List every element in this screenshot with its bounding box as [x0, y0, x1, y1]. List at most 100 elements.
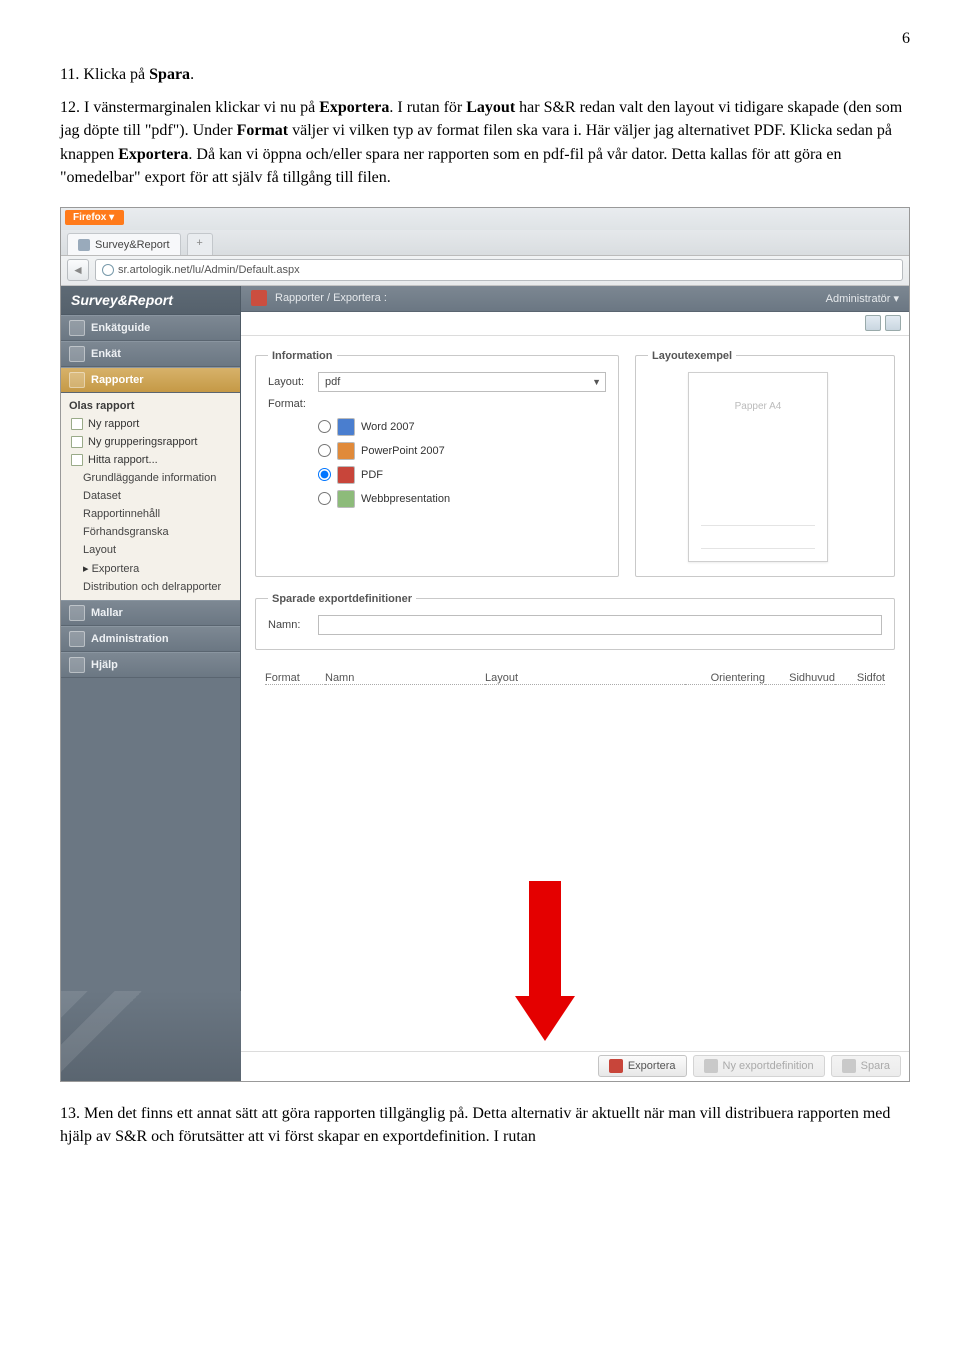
format-row: Format:: [268, 398, 606, 410]
col-layout[interactable]: Layout: [485, 672, 685, 685]
saved-legend: Sparade exportdefinitioner: [268, 593, 416, 605]
nav-admin[interactable]: Administration: [61, 626, 240, 652]
sub-innehall[interactable]: Rapportinnehåll: [61, 505, 240, 523]
sub-distribution[interactable]: Distribution och delrapporter: [61, 578, 240, 596]
help-icon[interactable]: [865, 315, 881, 331]
txt-11b: Spara: [149, 66, 190, 83]
url-text: sr.artologik.net/lu/Admin/Default.aspx: [118, 264, 300, 276]
browser-tab[interactable]: Survey&Report: [67, 233, 181, 255]
col-sidfot[interactable]: Sidfot: [835, 672, 885, 685]
firefox-menu-button[interactable]: Firefox ▾: [65, 210, 124, 225]
tab-title: Survey&Report: [95, 239, 170, 251]
nav-mallar[interactable]: Mallar: [61, 600, 240, 626]
info-icon[interactable]: [885, 315, 901, 331]
radio-ppt[interactable]: [318, 444, 331, 457]
nav-rapporter[interactable]: Rapporter: [61, 367, 240, 393]
format-option-web[interactable]: Webbpresentation: [318, 488, 606, 510]
globe-icon: [102, 264, 114, 276]
ny-exportdefinition-button[interactable]: Ny exportdefinition: [693, 1055, 825, 1077]
main-panel: Rapporter / Exportera : Administratör ▾ …: [241, 286, 909, 1081]
instruction-list: 11. Klicka på Spara. 12. I vänstermargin…: [60, 63, 910, 189]
radio-pdf[interactable]: [318, 468, 331, 481]
page-number: 6: [60, 30, 910, 48]
spara-button[interactable]: Spara: [831, 1055, 901, 1077]
nav-hjalp-label: Hjälp: [91, 659, 118, 671]
information-box: Information Layout: pdf ▼ Format:: [255, 350, 619, 577]
sub-dataset[interactable]: Dataset: [61, 487, 240, 505]
t12b3: Format: [237, 122, 289, 139]
chevron-down-icon: ▾: [893, 293, 899, 305]
exportera-button[interactable]: Exportera: [598, 1055, 687, 1077]
format-option-ppt[interactable]: PowerPoint 2007: [318, 440, 606, 462]
spara-label: Spara: [861, 1060, 890, 1072]
chevron-down-icon: ▾: [109, 212, 114, 223]
address-bar[interactable]: sr.artologik.net/lu/Admin/Default.aspx: [95, 259, 903, 281]
sub-layout[interactable]: Layout: [61, 541, 240, 559]
nydef-label: Ny exportdefinition: [723, 1060, 814, 1072]
layout-row: Layout: pdf ▼: [268, 372, 606, 392]
layout-select[interactable]: pdf ▼: [318, 372, 606, 392]
nav-hjalp[interactable]: Hjälp: [61, 652, 240, 678]
radio-web[interactable]: [318, 492, 331, 505]
save-icon: [842, 1059, 856, 1073]
rapporter-subpanel: Olas rapport Ny rapport Ny grupperingsra…: [61, 393, 240, 600]
bottom-toolbar: Exportera Ny exportdefinition Spara: [241, 1051, 909, 1081]
namn-input[interactable]: [318, 615, 882, 635]
instruction-12: 12. I vänstermarginalen klickar vi nu på…: [60, 96, 910, 189]
sub-hitta[interactable]: Hitta rapport...: [61, 451, 240, 469]
pdf-icon: [609, 1059, 623, 1073]
back-button[interactable]: ◄: [67, 259, 89, 281]
sidebar-footer-art: [61, 991, 241, 1081]
sub-ny-rapport-label: Ny rapport: [88, 418, 139, 430]
sub-forhands[interactable]: Förhandsgranska: [61, 523, 240, 541]
templates-icon: [69, 605, 85, 621]
screenshot: Firefox ▾ Survey&Report + ◄ sr.artologik…: [60, 207, 910, 1082]
t12b4: Exportera: [118, 146, 188, 163]
survey-icon: [69, 346, 85, 362]
help-icon: [69, 657, 85, 673]
col-orient[interactable]: Orientering: [685, 672, 765, 685]
num-13: 13.: [60, 1105, 80, 1122]
layoutex-legend: Layoutexempel: [648, 350, 736, 362]
sub-ny-grupp[interactable]: Ny grupperingsrapport: [61, 433, 240, 451]
user-label: Administratör: [826, 293, 891, 305]
top-icons: [241, 312, 909, 336]
chevron-down-icon: ▼: [592, 377, 601, 387]
sub-exportera[interactable]: Exportera: [61, 559, 240, 578]
format-option-word[interactable]: Word 2007: [318, 416, 606, 438]
browser-tabstrip: Survey&Report +: [61, 230, 909, 256]
t12b1: Exportera: [319, 99, 389, 116]
nav-enkat[interactable]: Enkät: [61, 341, 240, 367]
user-menu[interactable]: Administratör ▾: [826, 292, 899, 305]
namn-row: Namn:: [268, 615, 882, 635]
breadcrumb-text: Rapporter / Exportera :: [275, 292, 387, 304]
new-report-icon: [71, 418, 83, 430]
nav-enkat-label: Enkät: [91, 348, 121, 360]
sub-ny-rapport[interactable]: Ny rapport: [61, 415, 240, 433]
format-label: Format:: [268, 398, 310, 410]
nav-enkatguide[interactable]: Enkätguide: [61, 315, 240, 341]
nav-rapporter-label: Rapporter: [91, 374, 144, 386]
col-namn[interactable]: Namn: [325, 672, 485, 685]
format-word-label: Word 2007: [361, 421, 415, 433]
col-format[interactable]: Format: [265, 672, 325, 685]
radio-word[interactable]: [318, 420, 331, 433]
t12b: . I rutan för: [389, 99, 466, 116]
col-sidhuvud[interactable]: Sidhuvud: [765, 672, 835, 685]
format-web-label: Webbpresentation: [361, 493, 450, 505]
txt-11c: .: [190, 66, 194, 83]
namn-label: Namn:: [268, 619, 310, 631]
firefox-label: Firefox: [73, 212, 106, 223]
word-icon: [337, 418, 355, 436]
t13: Men det finns ett annat sätt att göra ra…: [60, 1105, 890, 1145]
paper-label: Papper A4: [735, 401, 782, 412]
sub-grund[interactable]: Grundläggande information: [61, 469, 240, 487]
format-option-pdf[interactable]: PDF: [318, 464, 606, 486]
num-11: 11.: [60, 66, 79, 83]
content-body: Information Layout: pdf ▼ Format:: [241, 336, 909, 1051]
nav-enkatguide-label: Enkätguide: [91, 322, 150, 334]
new-tab-button[interactable]: +: [187, 233, 213, 255]
app-area: Survey&Report Enkätguide Enkät Rapporter…: [61, 286, 909, 1081]
search-icon: [71, 454, 83, 466]
layout-label: Layout:: [268, 376, 310, 388]
